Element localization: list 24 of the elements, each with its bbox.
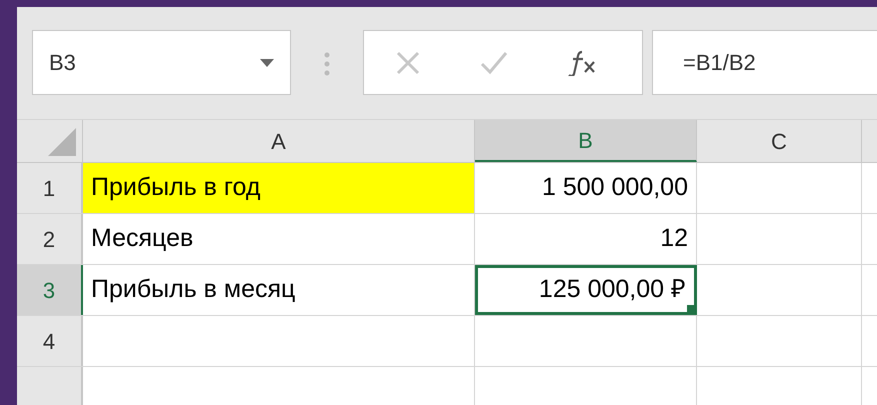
dropdown-icon[interactable]	[260, 58, 274, 66]
row-header[interactable]: 2	[17, 214, 83, 264]
function-icon[interactable]	[568, 50, 598, 76]
table-cell[interactable]: 1 500 000,00	[475, 163, 697, 214]
row-header[interactable]: 4	[17, 316, 83, 366]
close-icon[interactable]	[396, 50, 420, 74]
table-cell[interactable]: 12	[475, 214, 697, 264]
checkmark-icon[interactable]	[480, 50, 508, 74]
corner-triangle-icon	[48, 128, 76, 156]
name-box-value: B3	[49, 49, 76, 77]
row-header[interactable]	[17, 367, 83, 405]
fill-handle[interactable]	[687, 305, 694, 312]
table-cell[interactable]: Месяцев	[83, 214, 475, 264]
table-cell[interactable]: Прибыль в год	[83, 163, 475, 214]
column-header[interactable]: C	[697, 120, 862, 162]
row-header[interactable]: 3	[17, 265, 83, 316]
column-header[interactable]: B	[475, 120, 697, 162]
table-cell[interactable]: 125 000,00 ₽	[475, 265, 697, 316]
name-box[interactable]: B3	[32, 30, 291, 95]
formula-field[interactable]: =B1/B2	[652, 30, 877, 95]
row-header[interactable]: 1	[17, 163, 83, 214]
table-cell[interactable]: Прибыль в месяц	[83, 265, 475, 316]
formula-value: =B1/B2	[683, 49, 756, 77]
grip-icon	[324, 52, 330, 76]
